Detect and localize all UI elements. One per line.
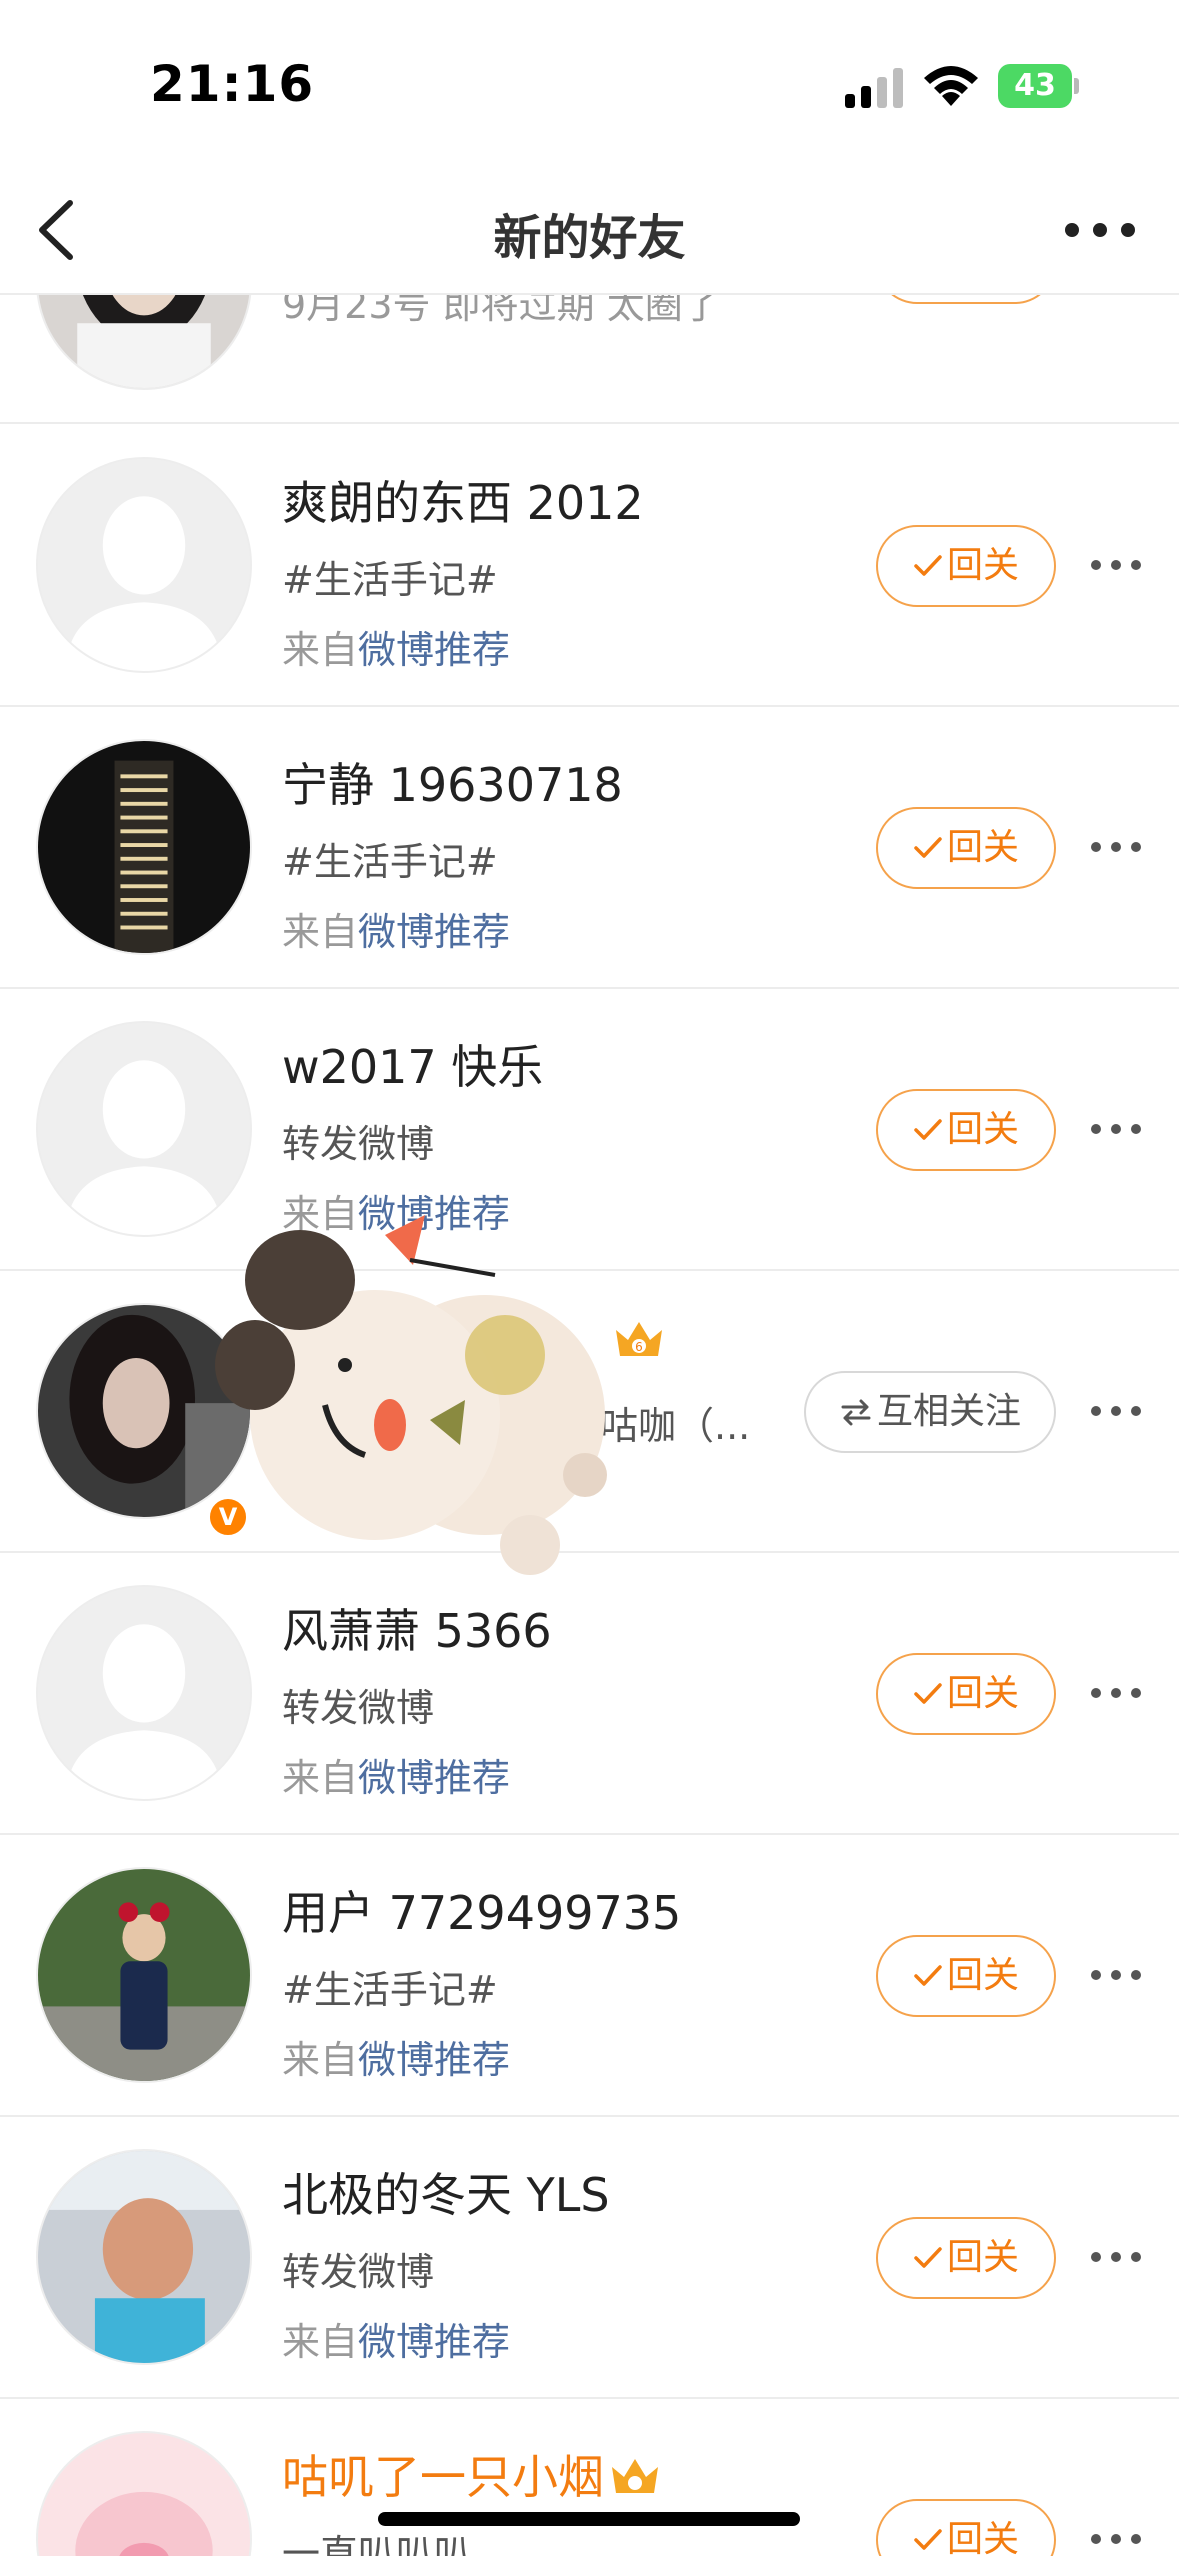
item-source: 来自微博推荐 — [282, 2038, 511, 2082]
check-icon — [914, 1119, 942, 1140]
avatar[interactable] — [36, 1585, 252, 1801]
item-name: 咕叽了一只小烟 — [282, 2441, 662, 2507]
item-name: 用户 7729499735 — [282, 1886, 682, 1940]
list-item[interactable]: 咕叽了一只小烟 一直叭叭叭 回关 — [0, 2399, 1179, 2556]
avatar[interactable] — [36, 1867, 252, 2083]
list-item[interactable]: 北极的冬天 YLS 转发微博 来自微博推荐 回关 — [0, 2117, 1179, 2399]
source-link[interactable]: 微博推荐 — [358, 628, 510, 672]
item-desc: #生活手记# — [282, 558, 498, 602]
follow-back-button[interactable]: 回关 — [876, 1653, 1056, 1735]
follow-back-button[interactable]: 回关 — [876, 525, 1056, 607]
item-source: 来自微博推荐 — [282, 628, 511, 672]
check-icon — [914, 1683, 942, 1704]
item-desc: 转发微博 — [282, 1686, 435, 1730]
follow-back-button[interactable]: 回关 — [876, 807, 1056, 889]
item-source: 来自微博推荐 — [282, 2320, 511, 2364]
more-dots-icon[interactable] — [1088, 545, 1144, 585]
check-icon — [914, 1965, 942, 1986]
item-desc: 转发微博 — [282, 1122, 435, 1166]
avatar[interactable] — [36, 1021, 252, 1237]
more-dots-icon[interactable] — [1088, 1673, 1144, 1713]
swap-arrows-icon — [841, 1399, 871, 1426]
follow-back-button[interactable]: 回关 — [876, 1935, 1056, 2017]
source-link[interactable]: 微博推荐 — [358, 2320, 510, 2364]
item-name: 北极的冬天 YLS — [282, 2168, 610, 2222]
avatar[interactable] — [36, 2149, 252, 2365]
avatar[interactable] — [36, 457, 252, 673]
item-name: w2017 快乐 — [282, 1040, 544, 1094]
page-title: 新的好友 — [493, 210, 686, 266]
follow-back-button[interactable]: 回关 — [876, 2499, 1056, 2556]
item-name: 爽朗的东西 2012 — [282, 476, 644, 530]
item-desc: 一直叭叭叭 — [282, 2532, 473, 2556]
nav-bar: 新的好友 — [0, 160, 1179, 295]
more-dots-icon[interactable] — [1088, 2237, 1144, 2277]
source-link[interactable]: 微博推荐 — [358, 910, 510, 954]
item-desc: 转发微博 — [282, 2250, 435, 2294]
list-item[interactable]: 宁静 19630718 #生活手记# 来自微博推荐 回关 — [0, 707, 1179, 989]
more-dots-icon[interactable] — [1060, 205, 1140, 255]
list-item[interactable]: 爽朗的东西 2012 #生活手记# 来自微博推荐 回关 — [0, 425, 1179, 707]
source-link[interactable]: 微博推荐 — [358, 2038, 510, 2082]
item-name: 宁静 19630718 — [282, 758, 623, 812]
check-icon — [914, 837, 942, 858]
check-icon — [914, 2529, 942, 2550]
more-dots-icon[interactable] — [1088, 1391, 1144, 1431]
vip-crown-icon — [612, 2459, 658, 2493]
more-dots-icon[interactable] — [1088, 827, 1144, 867]
more-dots-icon[interactable] — [1088, 1109, 1144, 1149]
home-indicator — [378, 2512, 800, 2526]
item-source: 来自微博推荐 — [282, 910, 511, 954]
floating-dog-sticker[interactable] — [215, 1215, 645, 1595]
item-desc: #生活手记# — [282, 1968, 498, 2012]
list-item[interactable]: 用户 7729499735 #生活手记# 来自微博推荐 回关 — [0, 1835, 1179, 2117]
check-icon — [914, 2247, 942, 2268]
item-source: 来自微博推荐 — [282, 1756, 511, 1800]
follow-back-button[interactable]: 回关 — [876, 2217, 1056, 2299]
more-dots-icon[interactable] — [1088, 1955, 1144, 1995]
avatar[interactable] — [36, 739, 252, 955]
avatar[interactable] — [36, 2431, 252, 2556]
mutual-follow-button[interactable]: 互相关注 — [804, 1371, 1056, 1453]
check-icon — [914, 555, 942, 576]
item-name: 风萧萧 5366 — [282, 1604, 552, 1658]
follow-back-button[interactable]: 回关 — [876, 1089, 1056, 1171]
list-item[interactable]: 风萧萧 5366 转发微博 来自微博推荐 回关 — [0, 1553, 1179, 1835]
item-desc: #生活手记# — [282, 840, 498, 884]
source-link[interactable]: 微博推荐 — [358, 1756, 510, 1800]
more-dots-icon[interactable] — [1088, 2519, 1144, 2556]
